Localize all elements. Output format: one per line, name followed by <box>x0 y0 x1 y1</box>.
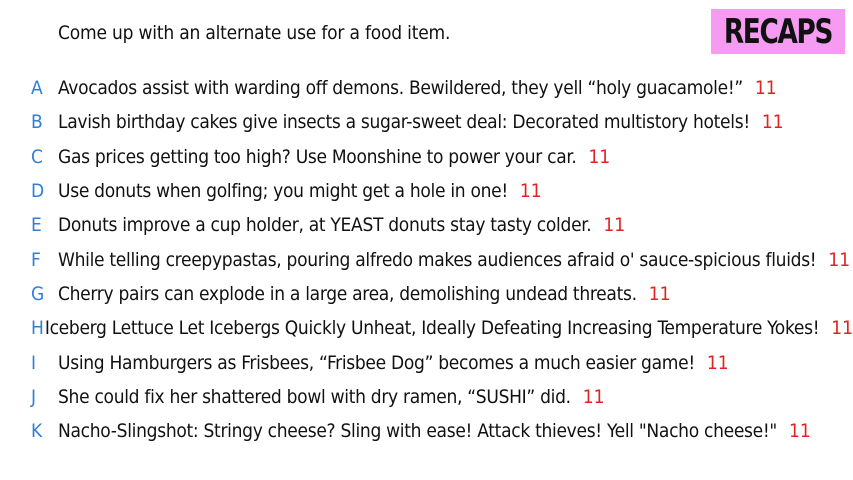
entry-j: J She could fix her shattered bowl with … <box>0 380 853 414</box>
entry-b: B Lavish birthday cakes give insects a s… <box>0 105 853 139</box>
entry-score: 11 <box>706 351 729 374</box>
entry-score: 11 <box>648 282 671 305</box>
entry-f: F While telling creepypastas, pouring al… <box>0 242 853 276</box>
entry-list: A Avocados assist with warding off demon… <box>0 71 853 448</box>
entry-text: Lavish birthday cakes give insects a sug… <box>58 111 750 134</box>
entry-letter: K <box>31 420 43 443</box>
entry-text: Donuts improve a cup holder, at YEAST do… <box>58 214 592 237</box>
entry-text: Using Hamburgers as Frisbees, “Frisbee D… <box>58 351 695 374</box>
entry-score: 11 <box>828 248 851 271</box>
entry-score: 11 <box>582 385 605 408</box>
entry-text: She could fix her shattered bowl with dr… <box>58 385 571 408</box>
recaps-badge-label: RECAPS <box>723 11 834 52</box>
entry-text: Nacho-Slingshot: Stringy cheese? Sling w… <box>58 420 777 443</box>
entry-e: E Donuts improve a cup holder, at YEAST … <box>0 208 853 242</box>
entry-h: H Iceberg Lettuce Let Icebergs Quickly U… <box>0 311 853 345</box>
entry-score: 11 <box>831 317 853 340</box>
entry-score: 11 <box>603 214 626 237</box>
entry-score: 11 <box>789 420 811 443</box>
entry-letter: I <box>31 351 37 374</box>
entry-letter: G <box>31 282 45 305</box>
recaps-badge: RECAPS <box>711 9 845 54</box>
entry-score: 11 <box>761 111 784 134</box>
entry-k: K Nacho-Slingshot: Stringy cheese? Sling… <box>0 414 853 448</box>
entry-d: D Use donuts when golfing; you might get… <box>0 174 853 208</box>
entry-letter: J <box>31 385 37 408</box>
entry-text: Avocados assist with warding off demons.… <box>58 77 743 100</box>
entry-letter: E <box>31 214 42 237</box>
entry-letter: F <box>31 248 41 271</box>
entry-letter: A <box>31 77 43 100</box>
entry-text: Gas prices getting too high? Use Moonshi… <box>58 145 577 168</box>
entry-score: 11 <box>754 77 777 100</box>
entry-c: C Gas prices getting too high? Use Moons… <box>0 140 853 174</box>
entry-letter: C <box>31 145 43 168</box>
entry-letter: H <box>31 317 44 340</box>
entry-text: Iceberg Lettuce Let Icebergs Quickly Unh… <box>44 317 820 340</box>
entry-g: G Cherry pairs can explode in a large ar… <box>0 277 853 311</box>
entry-a: A Avocados assist with warding off demon… <box>0 71 853 105</box>
entry-i: I Using Hamburgers as Frisbees, “Frisbee… <box>0 345 853 379</box>
entry-letter: D <box>31 180 45 203</box>
entry-letter: B <box>31 111 43 134</box>
entry-text: Cherry pairs can explode in a large area… <box>58 282 637 305</box>
entry-text: Use donuts when golfing; you might get a… <box>58 180 508 203</box>
entry-text: While telling creepypastas, pouring alfr… <box>58 248 817 271</box>
entry-score: 11 <box>588 145 611 168</box>
prompt-text: Come up with an alternate use for a food… <box>58 22 451 44</box>
entry-score: 11 <box>519 180 542 203</box>
